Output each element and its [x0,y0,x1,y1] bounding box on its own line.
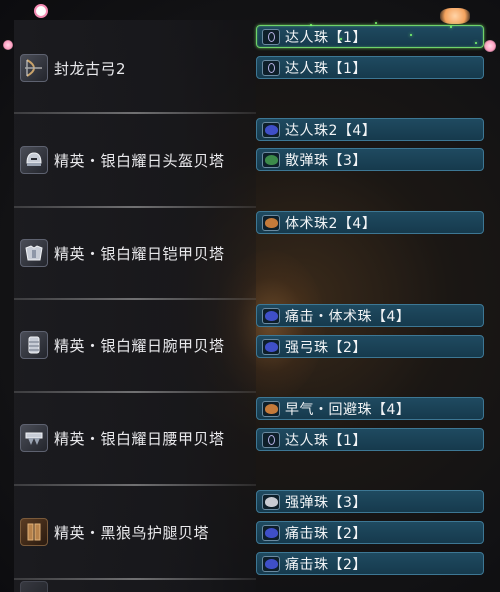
pink-flower-decoration [34,4,48,18]
decoration-slot[interactable]: 达人珠【1】 [256,56,484,79]
jewel-icon [262,121,280,138]
equipment-row-chest[interactable]: 精英・银白耀日铠甲贝塔 [20,236,225,270]
equipment-name: 精英・银白耀日腰甲贝塔 [54,429,225,448]
decoration-slot[interactable]: 体术珠2【4】 [256,211,484,234]
equipment-row-next [20,578,54,592]
decoration-slot[interactable]: 痛击珠【2】 [256,521,484,544]
equipment-row-legs[interactable]: 精英・黑狼鸟护腿贝塔 [20,515,209,549]
jewel-icon [262,307,280,324]
jewel-icon [262,493,280,510]
decoration-name: 强弹珠【3】 [285,494,367,511]
decoration-name: 痛击珠【2】 [285,525,367,542]
helmet-icon [20,146,48,174]
decoration-name: 达人珠2【4】 [285,122,377,139]
decoration-name: 体术珠2【4】 [285,215,377,232]
decoration-name: 痛击珠【2】 [285,556,367,573]
jewel-icon [262,400,280,417]
equipment-row-head[interactable]: 精英・银白耀日头盔贝塔 [20,143,225,177]
gauntlet-icon [20,331,48,359]
decoration-name: 早气・回避珠【4】 [285,401,411,418]
equipment-name: 封龙古弓2 [54,59,127,78]
equipment-decoration-screen: 封龙古弓2 精英・银白耀日头盔贝塔 精英・银白耀日铠甲贝塔 精英・银白耀日腕甲贝… [0,0,500,592]
pink-flower-decoration [3,40,13,50]
jewel-icon [262,28,280,45]
jewel-icon [262,555,280,572]
row-divider [14,484,256,486]
equipment-name: 精英・银白耀日腕甲贝塔 [54,336,225,355]
charm-icon [20,581,48,592]
decoration-slot[interactable]: 早气・回避珠【4】 [256,397,484,420]
row-divider [14,298,256,300]
decoration-name: 达人珠【1】 [285,60,367,77]
decoration-name: 散弹珠【3】 [285,152,367,169]
equipment-row-waist[interactable]: 精英・银白耀日腰甲贝塔 [20,421,225,455]
decoration-slot[interactable]: 强弓珠【2】 [256,335,484,358]
decoration-slot[interactable]: 痛击珠【2】 [256,552,484,575]
equipment-name: 精英・黑狼鸟护腿贝塔 [54,523,210,542]
leg-armor-icon [20,518,48,546]
equipment-row-weapon[interactable]: 封龙古弓2 [20,51,126,85]
chest-armor-icon [20,239,48,267]
decoration-slot[interactable]: 达人珠【1】 [256,25,484,48]
orange-flower-decoration [440,8,470,24]
pink-flower-decoration [484,40,496,52]
jewel-icon [262,338,280,355]
jewel-icon [262,214,280,231]
row-divider [14,206,256,208]
equipment-list-panel [14,20,256,592]
decoration-name: 痛击・体术珠【4】 [285,308,411,325]
decoration-slot[interactable]: 达人珠2【4】 [256,118,484,141]
equipment-row-arms[interactable]: 精英・银白耀日腕甲贝塔 [20,328,225,362]
equipment-name: 精英・银白耀日头盔贝塔 [54,151,225,170]
jewel-icon [262,151,280,168]
bow-icon [20,54,48,82]
decoration-slot[interactable]: 痛击・体术珠【4】 [256,304,484,327]
decoration-name: 达人珠【1】 [285,29,367,46]
decoration-name: 强弓珠【2】 [285,339,367,356]
jewel-icon [262,59,280,76]
waist-armor-icon [20,424,48,452]
equipment-name: 精英・银白耀日铠甲贝塔 [54,244,225,263]
decoration-slot[interactable]: 达人珠【1】 [256,428,484,451]
decoration-slot[interactable]: 强弹珠【3】 [256,490,484,513]
jewel-icon [262,431,280,448]
decoration-name: 达人珠【1】 [285,432,367,449]
row-divider [14,391,256,393]
decoration-slot[interactable]: 散弹珠【3】 [256,148,484,171]
jewel-icon [262,524,280,541]
row-divider [14,112,256,114]
